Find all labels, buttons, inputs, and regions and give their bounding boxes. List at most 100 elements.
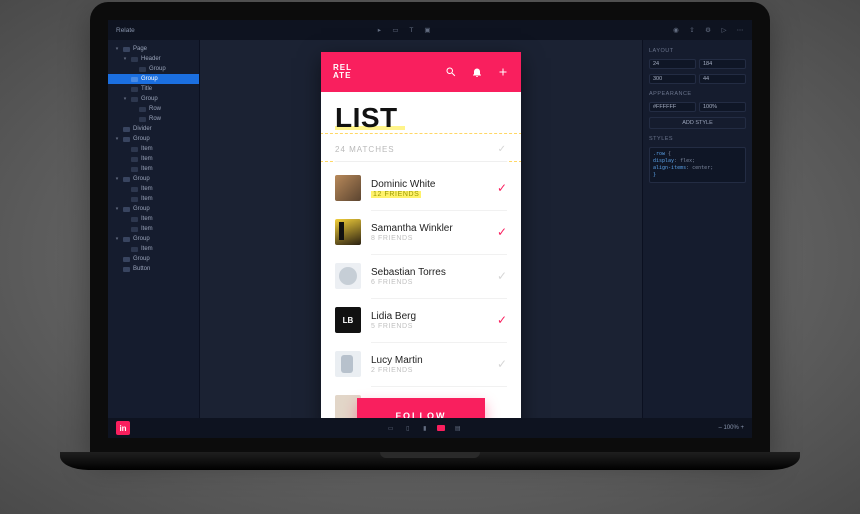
layer-row[interactable]: ▾Group: [108, 234, 199, 244]
prop-w[interactable]: 300: [649, 74, 696, 84]
app-logo: REL ATE: [333, 64, 352, 80]
chevron-down-icon[interactable]: ▾: [114, 236, 120, 242]
chevron-down-icon[interactable]: ▾: [122, 96, 128, 102]
inspector-panel: LAYOUT 24 184 300 44 APPEARANCE #FFFFFF …: [642, 40, 752, 418]
layer-type-icon: [131, 97, 138, 102]
list-item[interactable]: Samantha Winkler8 FRIENDS✓: [321, 210, 521, 254]
pointer-tool-icon[interactable]: ▸: [375, 26, 383, 34]
bell-icon[interactable]: [471, 66, 483, 78]
list-item[interactable]: Lucy Martin2 FRIENDS✓: [321, 342, 521, 386]
layer-row[interactable]: Group: [108, 254, 199, 264]
layer-row[interactable]: ▾Group: [108, 134, 199, 144]
zoom-controls[interactable]: – 100% +: [718, 425, 744, 431]
layer-label: Group: [141, 76, 158, 82]
text-tool-icon[interactable]: T: [407, 26, 415, 34]
shape-tool-icon[interactable]: ▭: [391, 26, 399, 34]
layer-row[interactable]: Row: [108, 114, 199, 124]
layer-type-icon: [123, 127, 130, 132]
user-icon[interactable]: ◉: [672, 26, 680, 34]
person-sub: 2 FRIENDS: [371, 367, 487, 374]
header-icons: [445, 66, 509, 78]
layer-type-icon: [131, 77, 138, 82]
layer-row[interactable]: Group: [108, 64, 199, 74]
layer-label: Button: [133, 266, 150, 272]
add-style-button[interactable]: ADD STYLE: [649, 117, 746, 129]
people-list: Dominic White12 FRIENDS✓Samantha Winkler…: [321, 162, 521, 430]
app-badge[interactable]: in: [116, 421, 130, 435]
layer-row[interactable]: Item: [108, 184, 199, 194]
layer-row[interactable]: Item: [108, 194, 199, 204]
layer-row[interactable]: Row: [108, 104, 199, 114]
mobile-header: REL ATE: [321, 52, 521, 92]
layer-row[interactable]: Item: [108, 154, 199, 164]
layer-label: Group: [133, 256, 150, 262]
chevron-down-icon[interactable]: ▾: [114, 206, 120, 212]
check-icon: ✓: [497, 181, 507, 195]
code-snippet: .row { display: flex; align-items: cente…: [649, 147, 746, 183]
logo-line-2: ATE: [333, 72, 352, 80]
layer-type-icon: [131, 247, 138, 252]
prop-h[interactable]: 44: [699, 74, 746, 84]
list-item[interactable]: LBLidia Berg5 FRIENDS✓: [321, 298, 521, 342]
check-icon: ✓: [498, 144, 507, 155]
layer-type-icon: [131, 197, 138, 202]
share-icon[interactable]: ⇪: [688, 26, 696, 34]
list-item[interactable]: Sebastian Torres6 FRIENDS ✓: [321, 254, 521, 298]
layer-row[interactable]: Button: [108, 264, 199, 274]
ruler-icon[interactable]: ▤: [453, 424, 462, 433]
prop-fill[interactable]: #FFFFFF: [649, 102, 696, 112]
mobile-view-icon[interactable]: ▮: [420, 424, 429, 433]
plus-icon[interactable]: [497, 66, 509, 78]
avatar: [335, 175, 361, 201]
page-title: LIST: [321, 92, 521, 134]
more-icon[interactable]: ⋯: [736, 26, 744, 34]
image-tool-icon[interactable]: ▣: [423, 26, 431, 34]
accent-chip[interactable]: [437, 425, 445, 431]
person-name: Lucy Martin: [371, 355, 487, 366]
canvas[interactable]: REL ATE: [200, 40, 642, 418]
layer-type-icon: [131, 57, 138, 62]
preview-icon[interactable]: ▷: [720, 26, 728, 34]
layer-type-icon: [131, 187, 138, 192]
layer-row[interactable]: Group: [108, 74, 199, 84]
chevron-down-icon[interactable]: ▾: [114, 136, 120, 142]
layer-row[interactable]: Item: [108, 164, 199, 174]
desktop-view-icon[interactable]: ▭: [386, 424, 395, 433]
prop-x[interactable]: 24: [649, 59, 696, 69]
tablet-view-icon[interactable]: ▯: [403, 424, 412, 433]
chevron-down-icon[interactable]: ▾: [114, 176, 120, 182]
layer-row[interactable]: Divider: [108, 124, 199, 134]
section-code: STYLES: [649, 136, 746, 142]
layer-type-icon: [131, 227, 138, 232]
layer-row[interactable]: Item: [108, 144, 199, 154]
section-appearance: APPEARANCE: [649, 91, 746, 97]
layer-row[interactable]: ▾Group: [108, 94, 199, 104]
search-icon[interactable]: [445, 66, 457, 78]
layer-row[interactable]: Item: [108, 244, 199, 254]
item-main: Sebastian Torres6 FRIENDS: [371, 267, 487, 286]
prop-opacity[interactable]: 100%: [699, 102, 746, 112]
layer-row[interactable]: ▾ Group: [108, 174, 199, 184]
chevron-down-icon[interactable]: ▾: [114, 46, 120, 52]
layer-type-icon: [123, 257, 130, 262]
avatar: [335, 351, 361, 377]
layer-type-icon: [139, 67, 146, 72]
layer-row[interactable]: ▾Header: [108, 54, 199, 64]
chevron-down-icon[interactable]: ▾: [122, 56, 128, 62]
layer-type-icon: [123, 237, 130, 242]
prop-y[interactable]: 184: [699, 59, 746, 69]
layer-row[interactable]: Item: [108, 224, 199, 234]
layer-label: Group: [133, 176, 150, 182]
check-icon: ✓: [497, 269, 507, 283]
avatar: [335, 219, 361, 245]
list-item[interactable]: Dominic White12 FRIENDS✓: [321, 166, 521, 210]
item-main: Lidia Berg5 FRIENDS: [371, 311, 487, 330]
layer-row[interactable]: Item: [108, 214, 199, 224]
person-sub: 6 FRIENDS: [371, 279, 487, 286]
settings-icon[interactable]: ⚙: [704, 26, 712, 34]
layer-row[interactable]: ▾Page: [108, 44, 199, 54]
layer-label: Item: [141, 166, 153, 172]
layer-type-icon: [123, 207, 130, 212]
layer-row[interactable]: Title: [108, 84, 199, 94]
layer-row[interactable]: ▾Group: [108, 204, 199, 214]
